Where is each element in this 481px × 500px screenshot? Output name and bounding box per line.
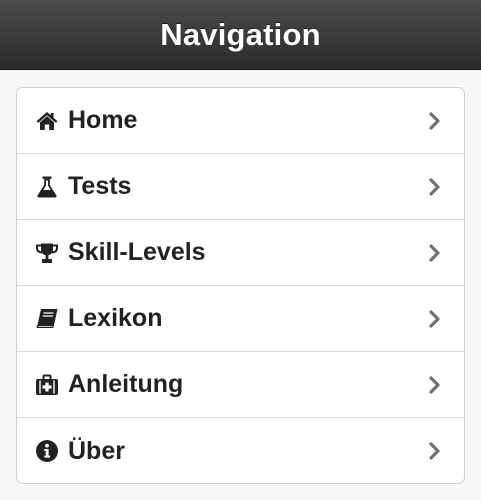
nav-item-ueber[interactable]: Über	[17, 418, 464, 483]
home-icon	[34, 108, 60, 134]
chevron-right-icon	[428, 243, 442, 263]
navigation-list: Home Tests Skill-Levels Lexikon Anleitun…	[16, 87, 465, 484]
book-icon	[34, 306, 60, 332]
nav-item-label: Anleitung	[68, 370, 184, 398]
medkit-icon	[34, 372, 60, 398]
nav-item-home[interactable]: Home	[17, 88, 464, 154]
nav-item-lexikon[interactable]: Lexikon	[17, 286, 464, 352]
nav-item-label: Lexikon	[68, 304, 163, 332]
trophy-icon	[34, 240, 60, 266]
flask-icon	[34, 174, 60, 200]
chevron-right-icon	[428, 309, 442, 329]
chevron-right-icon	[428, 441, 442, 461]
nav-item-anleitung[interactable]: Anleitung	[17, 352, 464, 418]
nav-item-skill-levels[interactable]: Skill-Levels	[17, 220, 464, 286]
chevron-right-icon	[428, 177, 442, 197]
nav-item-label: Tests	[68, 172, 132, 200]
chevron-right-icon	[428, 111, 442, 131]
nav-item-label: Home	[68, 106, 138, 134]
nav-item-tests[interactable]: Tests	[17, 154, 464, 220]
nav-item-label: Skill-Levels	[68, 238, 206, 266]
info-icon	[34, 438, 60, 464]
page-title: Navigation	[160, 16, 321, 52]
nav-item-label: Über	[68, 436, 125, 465]
chevron-right-icon	[428, 375, 442, 395]
navigation-bar: Navigation	[0, 0, 481, 70]
